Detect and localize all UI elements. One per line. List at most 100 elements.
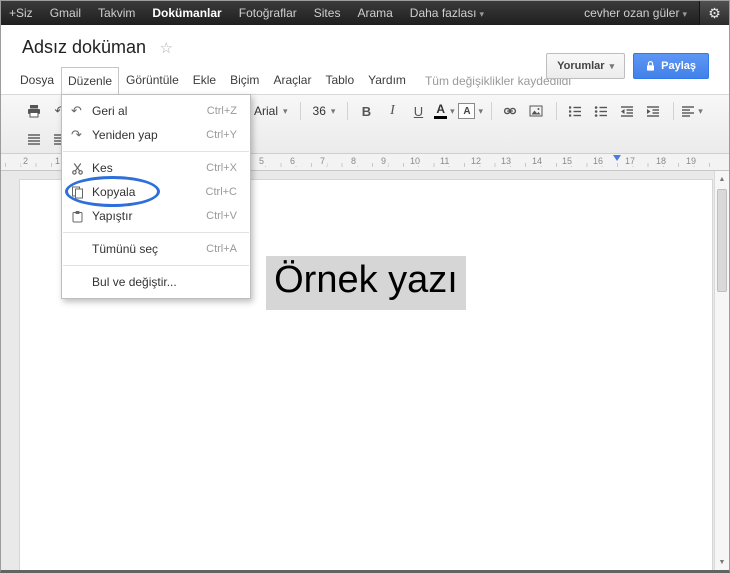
star-icon[interactable]: ☆ <box>160 40 173 57</box>
topbar-link-arama[interactable]: Arama <box>357 6 392 20</box>
font-family-select[interactable]: Arial ▾ <box>248 104 294 118</box>
menubar-item-yardim[interactable]: Yardım <box>361 67 413 94</box>
font-family-value: Arial <box>254 104 279 118</box>
ruler-number: 2 <box>21 156 31 166</box>
menubar-item-dosya[interactable]: Dosya <box>13 67 61 94</box>
comments-button[interactable]: Yorumlar ▾ <box>546 53 626 79</box>
topbar-link-fotograflar[interactable]: Fotoğraflar <box>239 6 297 20</box>
menu-item-shortcut: Ctrl+V <box>206 210 238 222</box>
account-menu[interactable]: cevher ozan güler ▾ <box>584 6 687 20</box>
menu-item-paste[interactable]: Yapıştır Ctrl+V <box>62 204 250 228</box>
copy-icon <box>62 186 92 199</box>
numbered-list-button[interactable] <box>563 100 587 122</box>
header-actions: Yorumlar ▾ Paylaş <box>546 53 709 79</box>
menubar-item-duzenle-label: Düzenle <box>68 74 113 88</box>
lock-icon <box>646 60 655 72</box>
text-color-button[interactable]: A ▾ <box>432 100 456 122</box>
menu-item-shortcut: Ctrl+X <box>206 162 238 174</box>
insert-image-button[interactable] <box>524 100 548 122</box>
ruler-number: 14 <box>530 156 545 166</box>
line-spacing-button[interactable] <box>22 128 46 150</box>
vertical-scrollbar[interactable]: ▲ ▼ <box>714 171 729 570</box>
menu-item-redo[interactable]: ↷ Yeniden yap Ctrl+Y <box>62 123 250 147</box>
menu-item-select-all[interactable]: Tümünü seç Ctrl+A <box>62 237 250 261</box>
menu-item-shortcut: Ctrl+A <box>206 243 238 255</box>
topbar-link-plus-siz[interactable]: +Siz <box>9 6 33 20</box>
menu-item-label: Bul ve değiştir... <box>92 275 177 289</box>
caret-down-icon: ▾ <box>479 9 485 19</box>
menubar-item-goruntule[interactable]: Görüntüle <box>119 67 186 94</box>
topbar-more-menu[interactable]: Daha fazlası ▾ <box>410 6 484 20</box>
scroll-up-button[interactable]: ▲ <box>715 172 729 187</box>
menu-item-copy[interactable]: Kopyala Ctrl+C <box>62 180 250 204</box>
menubar-item-bicim[interactable]: Biçim <box>223 67 266 94</box>
menubar-item-duzenle[interactable]: Düzenle ↶ Geri al Ctrl+Z ↷ Yeniden yap C… <box>61 67 252 299</box>
decrease-indent-button[interactable] <box>615 100 639 122</box>
ruler-number: 12 <box>469 156 484 166</box>
google-docs-window: +Siz Gmail Takvim Dokümanlar Fotoğraflar… <box>0 0 730 573</box>
underline-button[interactable]: U <box>406 100 430 122</box>
toolbar-divider <box>347 102 349 120</box>
increase-indent-button[interactable] <box>641 100 665 122</box>
bulleted-list-button[interactable] <box>589 100 613 122</box>
menu-item-undo[interactable]: ↶ Geri al Ctrl+Z <box>62 99 250 123</box>
caret-down-icon: ▾ <box>609 60 615 71</box>
google-topbar: +Siz Gmail Takvim Dokümanlar Fotoğraflar… <box>1 1 729 25</box>
menu-item-label: Kes <box>92 161 113 175</box>
ruler-number: 10 <box>408 156 423 166</box>
caret-down-icon: ▾ <box>450 105 455 116</box>
menubar-item-tablo[interactable]: Tablo <box>318 67 361 94</box>
document-title[interactable]: Adsız doküman <box>22 37 146 57</box>
topbar-link-sites[interactable]: Sites <box>314 6 341 20</box>
caret-down-icon: ▾ <box>682 9 687 19</box>
scrollbar-thumb[interactable] <box>717 189 727 292</box>
text-align-button[interactable]: ▾ <box>680 100 704 122</box>
scissors-icon <box>62 162 92 175</box>
menu-item-shortcut: Ctrl+C <box>205 186 238 198</box>
toolbar-divider <box>299 102 301 120</box>
caret-down-icon: ▾ <box>698 105 703 116</box>
text-color-icon: A <box>434 103 448 119</box>
insert-link-button[interactable] <box>498 100 522 122</box>
topbar-link-takvim[interactable]: Takvim <box>98 6 135 20</box>
edit-menu-dropdown: ↶ Geri al Ctrl+Z ↷ Yeniden yap Ctrl+Y Ke… <box>61 94 252 299</box>
topbar-link-gmail[interactable]: Gmail <box>50 6 81 20</box>
scroll-down-button[interactable]: ▼ <box>715 555 729 570</box>
redo-icon: ↷ <box>71 127 82 142</box>
share-button[interactable]: Paylaş <box>633 53 709 79</box>
comments-label: Yorumlar <box>557 60 605 72</box>
font-size-select[interactable]: 36 ▾ <box>307 104 342 118</box>
menu-item-cut[interactable]: Kes Ctrl+X <box>62 156 250 180</box>
document-header: Adsız doküman ☆ Yorumlar ▾ Paylaş Dosya … <box>1 25 729 299</box>
menubar-item-ekle[interactable]: Ekle <box>186 67 223 94</box>
menu-item-find-replace[interactable]: Bul ve değiştir... <box>62 270 250 294</box>
bold-button[interactable]: B <box>354 100 378 122</box>
menubar-item-araclar[interactable]: Araçlar <box>266 67 318 94</box>
ruler-number: 13 <box>499 156 514 166</box>
caret-down-icon: ▾ <box>330 105 336 116</box>
ruler-number: 18 <box>654 156 669 166</box>
menu-separator <box>63 151 250 152</box>
highlight-color-icon: A <box>458 103 476 119</box>
ruler-number: 7 <box>318 156 328 166</box>
gear-icon: ⚙ <box>708 4 721 21</box>
undo-icon: ↶ <box>71 103 82 118</box>
menu-item-label: Yeniden yap <box>92 128 158 142</box>
toolbar-divider <box>672 102 674 120</box>
selected-text[interactable]: Örnek yazı <box>266 256 466 310</box>
paste-icon <box>62 210 92 223</box>
print-button[interactable] <box>22 100 46 122</box>
highlight-color-button[interactable]: A ▾ <box>458 100 483 122</box>
ruler-number: 11 <box>438 156 452 166</box>
topbar-link-dokumanlar[interactable]: Dokümanlar <box>152 6 221 20</box>
menu-separator <box>63 265 250 266</box>
ruler-number: 19 <box>684 156 699 166</box>
settings-gear-button[interactable]: ⚙ <box>699 1 729 25</box>
ruler-number: 6 <box>288 156 298 166</box>
menu-separator <box>63 232 250 233</box>
toolbar-divider <box>555 102 557 120</box>
toolbar-divider <box>490 102 492 120</box>
margin-marker[interactable] <box>613 155 621 161</box>
topbar-more-label: Daha fazlası <box>409 6 477 20</box>
italic-button[interactable]: I <box>380 100 404 122</box>
